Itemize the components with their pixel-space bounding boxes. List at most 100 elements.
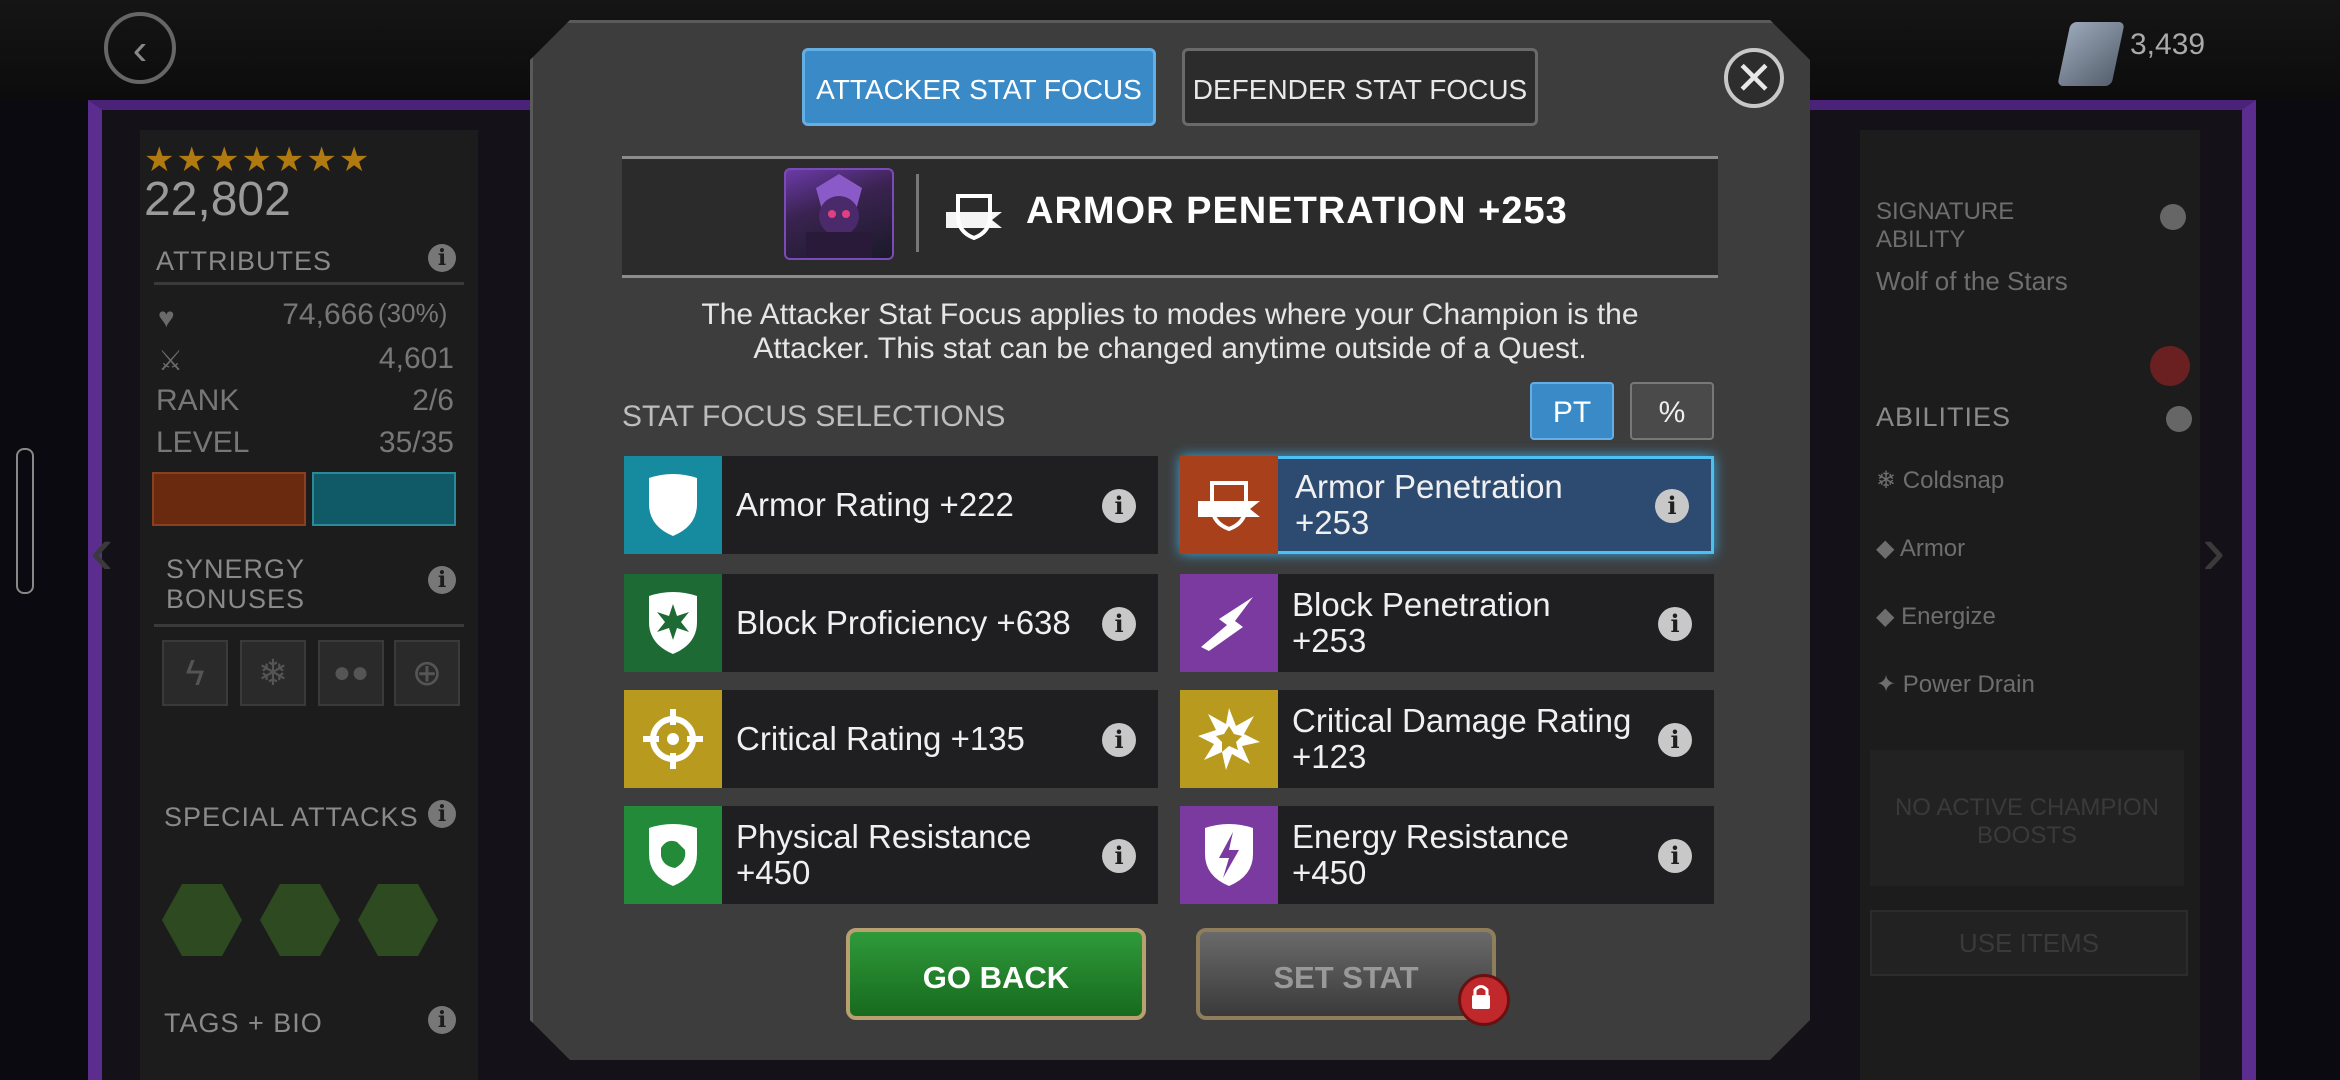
- close-button[interactable]: ✕: [1724, 48, 1784, 108]
- percent-toggle-button[interactable]: %: [1630, 382, 1714, 440]
- stat-focus-description: The Attacker Stat Focus applies to modes…: [620, 298, 1720, 366]
- divider: [154, 624, 464, 627]
- snowflake-icon: ❄: [1876, 467, 1903, 494]
- stat-card-armor-rating[interactable]: Armor Rating +222 i: [624, 456, 1158, 554]
- attributes-heading: ATTRIBUTES: [156, 246, 333, 276]
- synergy-snowflake-icon[interactable]: ❄: [240, 640, 306, 706]
- points-toggle-button[interactable]: PT: [1530, 382, 1614, 440]
- rank-label: RANK: [156, 384, 240, 417]
- signature-lock-icon: [2150, 346, 2190, 386]
- physical-resistance-icon: [624, 806, 722, 904]
- summary-divider: [916, 174, 919, 252]
- burst-icon: [1180, 690, 1278, 788]
- champion-portrait-image: [806, 174, 872, 258]
- shield-icon: ◆: [1876, 535, 1900, 562]
- lock-icon: [1458, 974, 1510, 1026]
- stat-card-armor-penetration[interactable]: Armor Penetration +253 i: [1180, 456, 1714, 554]
- defender-stat-button[interactable]: [312, 472, 456, 526]
- currency-count: 3,439: [2130, 28, 2206, 61]
- set-stat-button[interactable]: SET STAT: [1196, 928, 1496, 1020]
- attacker-stat-button[interactable]: [152, 472, 306, 526]
- stat-card-block-penetration[interactable]: Block Penetration +253 i: [1180, 574, 1714, 672]
- rank-value: 2/6: [412, 384, 454, 417]
- info-icon[interactable]: i: [1658, 607, 1692, 641]
- attack-value: 4,601: [378, 342, 454, 375]
- back-arrow-button[interactable]: ‹: [104, 12, 176, 84]
- ability-armor[interactable]: ◆ Armor: [1876, 534, 1965, 563]
- level-label: LEVEL: [156, 426, 250, 459]
- info-icon[interactable]: i: [1655, 489, 1689, 523]
- info-icon[interactable]: i: [1658, 723, 1692, 757]
- special-attacks-info-icon[interactable]: i: [428, 800, 456, 828]
- block-proficiency-icon: [624, 574, 722, 672]
- boosts-box: NO ACTIVE CHAMPION BOOSTS: [1870, 750, 2184, 886]
- info-icon[interactable]: i: [1102, 489, 1136, 523]
- block-penetration-icon: [1180, 574, 1278, 672]
- side-scroll-handle[interactable]: [16, 448, 34, 594]
- health-percent: (30%): [378, 298, 448, 328]
- abilities-panel: SIGNATURE ABILITY Wolf of the Stars ABIL…: [1860, 130, 2200, 1080]
- energy-resistance-icon: [1180, 806, 1278, 904]
- synergy-target-icon[interactable]: ⊕: [394, 640, 460, 706]
- stat-focus-selections-label: STAT FOCUS SELECTIONS: [622, 400, 1006, 433]
- signature-ability-label: SIGNATURE ABILITY: [1876, 198, 2015, 253]
- ability-coldsnap[interactable]: ❄ Coldsnap: [1876, 466, 2004, 495]
- ability-energize[interactable]: ◆ Energize: [1876, 602, 1996, 631]
- shield-icon: [624, 456, 722, 554]
- armor-penetration-icon: [1180, 456, 1278, 554]
- selected-stat-text: ARMOR PENETRATION +253: [1026, 190, 1568, 232]
- stat-label: Physical Resistance +450: [736, 818, 1032, 891]
- stat-label: Critical Rating +135: [736, 720, 1025, 757]
- level-value: 35/35: [378, 426, 454, 459]
- stat-label: Armor Penetration +253: [1295, 468, 1563, 541]
- go-back-button[interactable]: GO BACK: [846, 928, 1146, 1020]
- info-icon[interactable]: i: [1102, 839, 1136, 873]
- tab-attacker-stat-focus[interactable]: ATTACKER STAT FOCUS: [802, 48, 1156, 126]
- synergy-heading: SYNERGY BONUSES: [166, 554, 306, 614]
- use-items-button[interactable]: USE ITEMS: [1870, 910, 2188, 976]
- prev-champion-arrow[interactable]: ‹: [90, 510, 113, 590]
- synergy-info-icon[interactable]: i: [428, 566, 456, 594]
- power-drain-icon: ✦: [1876, 671, 1903, 698]
- description-line-2: Attacker. This stat can be changed anyti…: [753, 332, 1587, 365]
- boosts-text: NO ACTIVE CHAMPION BOOSTS: [1894, 794, 2160, 849]
- stat-card-critical-damage-rating[interactable]: Critical Damage Rating +123 i: [1180, 690, 1714, 788]
- attributes-info-icon[interactable]: i: [428, 244, 456, 272]
- synergy-team-icon[interactable]: ●●: [318, 640, 384, 706]
- abilities-heading: ABILITIES: [1876, 402, 2012, 432]
- stat-label: Block Proficiency +638: [736, 604, 1071, 641]
- stat-label: Block Penetration +253: [1292, 586, 1551, 659]
- crosshair-icon: [624, 690, 722, 788]
- info-icon[interactable]: i: [1102, 607, 1136, 641]
- tab-defender-stat-focus[interactable]: DEFENDER STAT FOCUS: [1182, 48, 1538, 126]
- stat-card-energy-resistance[interactable]: Energy Resistance +450 i: [1180, 806, 1714, 904]
- info-icon[interactable]: i: [1102, 723, 1136, 757]
- divider: [154, 282, 464, 285]
- stat-label: Armor Rating +222: [736, 486, 1014, 523]
- energize-icon: ◆: [1876, 603, 1902, 630]
- attack-icon: ⚔: [158, 345, 184, 376]
- info-icon[interactable]: i: [1658, 839, 1692, 873]
- signature-info-icon[interactable]: [2160, 204, 2186, 230]
- synergy-lightning-icon[interactable]: ϟ: [162, 640, 228, 706]
- tags-bio-info-icon[interactable]: i: [428, 1006, 456, 1034]
- stat-card-critical-rating[interactable]: Critical Rating +135 i: [624, 690, 1158, 788]
- description-line-1: The Attacker Stat Focus applies to modes…: [701, 298, 1639, 331]
- champion-portrait: [784, 168, 894, 260]
- special-attack-1-icon[interactable]: [162, 884, 242, 956]
- next-champion-arrow[interactable]: ›: [2202, 510, 2225, 590]
- tags-bio-heading: TAGS + BIO: [164, 1008, 323, 1038]
- stat-label: Critical Damage Rating +123: [1292, 702, 1632, 775]
- health-icon: ♥: [158, 302, 175, 333]
- stat-label: Energy Resistance +450: [1292, 818, 1569, 891]
- health-value: 74,666: [282, 298, 374, 331]
- armor-penetration-icon: [946, 194, 1002, 240]
- abilities-info-icon[interactable]: [2166, 406, 2192, 432]
- special-attack-2-icon[interactable]: [260, 884, 340, 956]
- ability-power-drain[interactable]: ✦ Power Drain: [1876, 670, 2035, 699]
- special-attack-3-icon[interactable]: [358, 884, 438, 956]
- champion-info-panel: ★★★★★★★ 22,802 ATTRIBUTES i ♥ 74,666 (30…: [140, 130, 478, 1080]
- signature-ability-value: Wolf of the Stars: [1876, 266, 2068, 296]
- stat-card-physical-resistance[interactable]: Physical Resistance +450 i: [624, 806, 1158, 904]
- stat-card-block-proficiency[interactable]: Block Proficiency +638 i: [624, 574, 1158, 672]
